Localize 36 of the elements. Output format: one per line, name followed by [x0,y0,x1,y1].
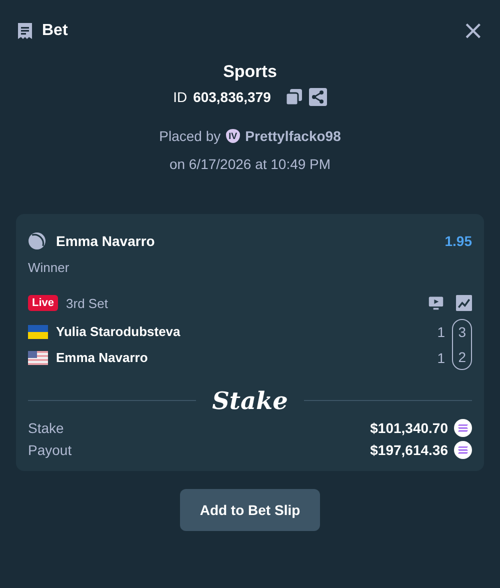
receipt-icon [16,22,34,40]
placed-date: on 6/17/2026 at 10:49 PM [169,156,331,172]
flag-icon [28,324,48,338]
placed-by-label: Placed by [159,128,221,144]
amount-label: Payout [28,442,72,458]
stake-logo: Stake [212,386,288,415]
tv-icon[interactable] [428,295,444,311]
selection-name: Emma Navarro [56,233,155,249]
coin-icon [454,441,472,459]
add-to-bet-slip-button[interactable]: Add to Bet Slip [180,489,320,531]
id-label: ID [173,89,188,105]
chart-icon[interactable] [456,295,472,311]
copy-icon[interactable] [284,88,303,106]
coin-icon [454,419,472,437]
username-link[interactable]: Prettylfacko98 [245,128,341,144]
player-name: Emma Navarro [56,350,148,365]
flag-icon [28,350,48,364]
market-name: Winner [28,260,70,275]
amount-value: $101,340.70 [370,420,448,436]
amount-label: Stake [28,420,64,436]
share-icon[interactable] [308,88,327,106]
close-button[interactable]: × [462,20,484,42]
tennis-ball-icon [28,232,46,250]
game-score: 2 [458,349,466,365]
bet-id: 603,836,379 [193,89,271,105]
odds-value: 1.95 [444,233,472,249]
amount-value: $197,614.36 [370,442,448,458]
period-label: 3rd Set [66,296,108,310]
live-badge: Live [28,295,58,311]
set-score: 1 [436,324,446,340]
rank-badge: IV [226,129,240,143]
set-score: 1 [436,350,446,366]
bet-category: Sports [223,62,277,82]
modal-title: Bet [42,22,68,40]
player-name: Yulia Starodubsteva [56,324,180,339]
game-score: 3 [458,324,466,340]
